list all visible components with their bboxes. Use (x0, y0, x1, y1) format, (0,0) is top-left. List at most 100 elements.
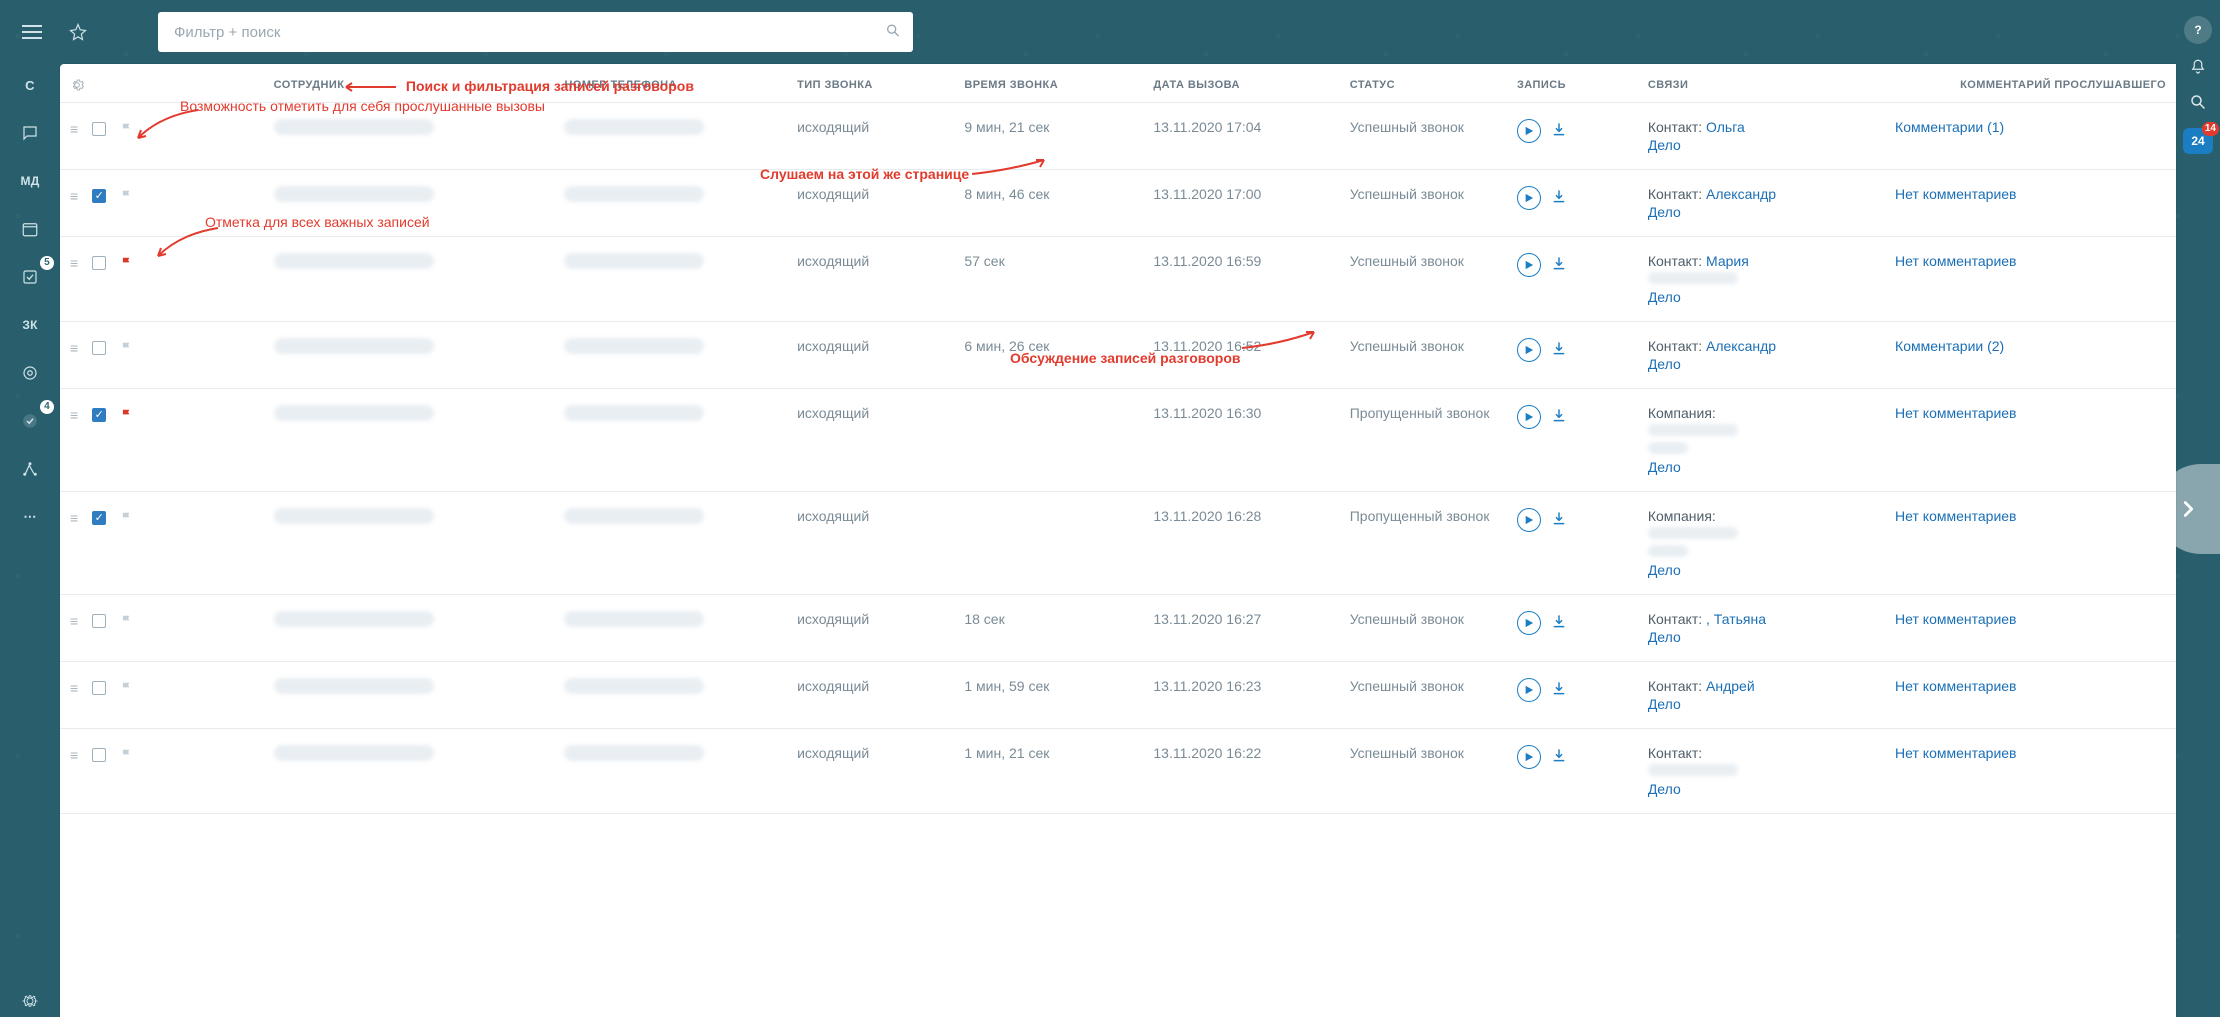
flag-icon[interactable] (119, 613, 135, 629)
download-button[interactable] (1551, 341, 1567, 360)
flag-icon[interactable] (119, 510, 135, 526)
relation-deal-link[interactable]: Дело (1648, 204, 1681, 220)
th-date[interactable]: ДАТА ВЫЗОВА (1143, 64, 1339, 103)
play-button[interactable] (1517, 186, 1541, 210)
relation-deal-link[interactable]: Дело (1648, 696, 1681, 712)
favorite-star-icon[interactable] (64, 18, 92, 46)
play-button[interactable] (1517, 119, 1541, 143)
download-button[interactable] (1551, 189, 1567, 208)
row-checkbox[interactable] (92, 408, 106, 422)
th-type[interactable]: ТИП ЗВОНКА (787, 64, 954, 103)
drag-handle-icon[interactable]: ≡ (70, 613, 78, 629)
relation-deal-link[interactable]: Дело (1648, 289, 1681, 305)
table-settings-button[interactable] (60, 64, 264, 103)
relation-contact-link[interactable]: Андрей (1706, 678, 1755, 694)
download-button[interactable] (1551, 122, 1567, 141)
relation-deal-link[interactable]: Дело (1648, 781, 1681, 797)
relation-deal-link[interactable]: Дело (1648, 137, 1681, 153)
play-button[interactable] (1517, 678, 1541, 702)
relation-contact-link[interactable]: , Татьяна (1706, 611, 1766, 627)
comment-link[interactable]: Нет комментариев (1895, 611, 2016, 627)
relation-deal-link[interactable]: Дело (1648, 459, 1681, 475)
th-employee[interactable]: СОТРУДНИК (264, 64, 555, 103)
play-button[interactable] (1517, 611, 1541, 635)
play-button[interactable] (1517, 405, 1541, 429)
flag-icon[interactable] (119, 407, 135, 423)
flag-icon[interactable] (119, 121, 135, 137)
drag-handle-icon[interactable]: ≡ (70, 407, 78, 423)
flag-icon[interactable] (119, 340, 135, 356)
drag-handle-icon[interactable]: ≡ (70, 747, 78, 763)
search-rail-icon[interactable] (2189, 93, 2207, 114)
sidebar-item-md[interactable]: МД (12, 166, 48, 196)
table-row: ≡ исходящий 18 сек 13.11.2020 16:27 Успе… (60, 595, 2176, 662)
download-button[interactable] (1551, 681, 1567, 700)
row-checkbox[interactable] (92, 189, 106, 203)
download-button[interactable] (1551, 511, 1567, 530)
th-relations[interactable]: СВЯЗИ (1638, 64, 1885, 103)
sidebar-item-target[interactable] (12, 358, 48, 388)
comment-link[interactable]: Нет комментариев (1895, 186, 2016, 202)
download-button[interactable] (1551, 748, 1567, 767)
search-icon[interactable] (885, 23, 901, 42)
drag-handle-icon[interactable]: ≡ (70, 680, 78, 696)
flag-icon[interactable] (119, 747, 135, 763)
download-button[interactable] (1551, 408, 1567, 427)
download-button[interactable] (1551, 256, 1567, 275)
relation-deal-link[interactable]: Дело (1648, 562, 1681, 578)
drag-handle-icon[interactable]: ≡ (70, 340, 78, 356)
th-comment[interactable]: КОММЕНТАРИЙ ПРОСЛУШАВШЕГО (1885, 64, 2176, 103)
play-button[interactable] (1517, 508, 1541, 532)
th-status[interactable]: СТАТУС (1340, 64, 1507, 103)
flag-icon[interactable] (119, 680, 135, 696)
brand-badge[interactable]: 24 14 (2183, 128, 2213, 154)
comment-link[interactable]: Комментарии (2) (1895, 338, 2004, 354)
drag-handle-icon[interactable]: ≡ (70, 121, 78, 137)
row-checkbox[interactable] (92, 681, 106, 695)
drag-handle-icon[interactable]: ≡ (70, 510, 78, 526)
relation-contact-link[interactable]: Александр (1706, 338, 1776, 354)
relation-deal-link[interactable]: Дело (1648, 356, 1681, 372)
relation-contact-link[interactable]: Мария (1706, 253, 1749, 269)
sidebar-item-calendar[interactable] (12, 214, 48, 244)
comment-link[interactable]: Нет комментариев (1895, 678, 2016, 694)
comment-link[interactable]: Нет комментариев (1895, 253, 2016, 269)
call-type: исходящий (787, 662, 954, 729)
sidebar-item-network[interactable] (12, 454, 48, 484)
sidebar-item-chat[interactable] (12, 118, 48, 148)
row-checkbox[interactable] (92, 511, 106, 525)
row-checkbox[interactable] (92, 256, 106, 270)
sidebar-item-accept[interactable]: 4 (12, 406, 48, 436)
row-checkbox[interactable] (92, 748, 106, 762)
comment-link[interactable]: Комментарии (1) (1895, 119, 2004, 135)
relation-deal-link[interactable]: Дело (1648, 629, 1681, 645)
th-duration[interactable]: ВРЕМЯ ЗВОНКА (954, 64, 1143, 103)
play-button[interactable] (1517, 745, 1541, 769)
play-button[interactable] (1517, 253, 1541, 277)
row-checkbox[interactable] (92, 122, 106, 136)
comment-link[interactable]: Нет комментариев (1895, 405, 2016, 421)
flag-icon[interactable] (119, 255, 135, 271)
download-button[interactable] (1551, 614, 1567, 633)
drag-handle-icon[interactable]: ≡ (70, 255, 78, 271)
search-input[interactable] (172, 23, 873, 42)
hamburger-icon[interactable] (18, 18, 46, 46)
play-button[interactable] (1517, 338, 1541, 362)
comment-link[interactable]: Нет комментариев (1895, 745, 2016, 761)
sidebar-item-settings[interactable] (12, 987, 48, 1017)
th-record[interactable]: ЗАПИСЬ (1507, 64, 1638, 103)
drag-handle-icon[interactable]: ≡ (70, 188, 78, 204)
bell-icon[interactable] (2189, 58, 2207, 79)
row-checkbox[interactable] (92, 614, 106, 628)
help-icon[interactable]: ? (2184, 16, 2212, 44)
sidebar-item-zk[interactable]: ЗК (12, 310, 48, 340)
relation-contact-link[interactable]: Ольга (1706, 119, 1745, 135)
sidebar-item-more[interactable]: ⋯ (12, 502, 48, 532)
th-phone[interactable]: НОМЕР ТЕЛЕФОНА (554, 64, 787, 103)
sidebar-item-c[interactable]: С (12, 70, 48, 100)
comment-link[interactable]: Нет комментариев (1895, 508, 2016, 524)
row-checkbox[interactable] (92, 341, 106, 355)
relation-contact-link[interactable]: Александр (1706, 186, 1776, 202)
flag-icon[interactable] (119, 188, 135, 204)
sidebar-item-check[interactable]: 5 (12, 262, 48, 292)
